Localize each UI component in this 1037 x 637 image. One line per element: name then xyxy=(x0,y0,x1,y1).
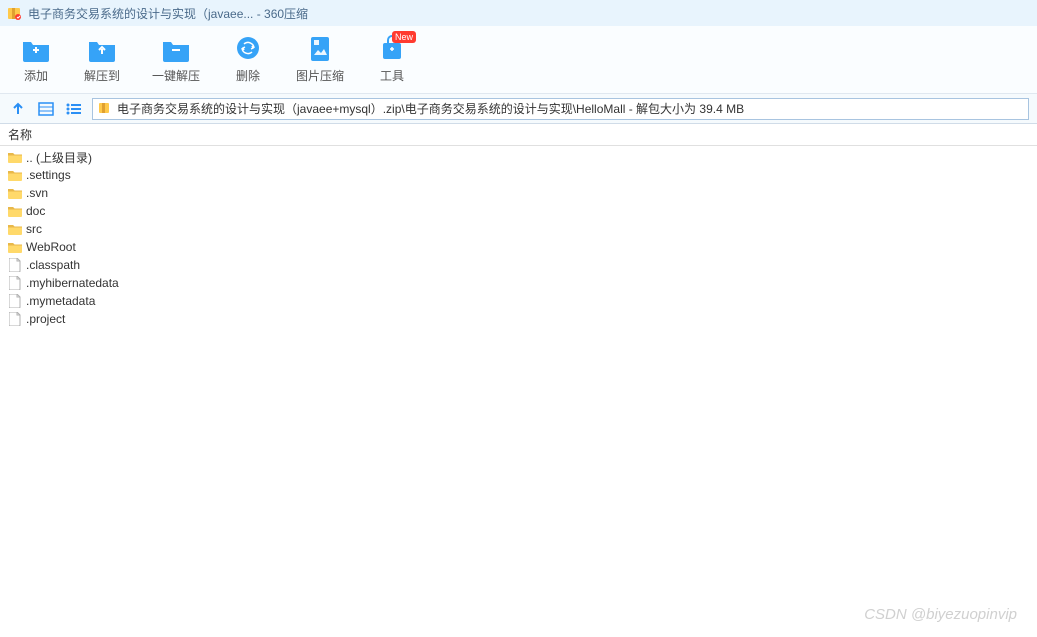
toolbar-delete[interactable]: 删除 xyxy=(232,35,264,84)
file-name: src xyxy=(26,222,42,236)
archive-icon xyxy=(97,101,113,117)
folder-row[interactable]: doc xyxy=(0,202,1037,220)
file-name: .settings xyxy=(26,168,71,182)
folder-row[interactable]: .svn xyxy=(0,184,1037,202)
toolbar-add[interactable]: 添加 xyxy=(20,35,52,84)
extract-to-icon xyxy=(86,35,118,63)
file-name: .. (上级目录) xyxy=(26,149,92,166)
file-icon xyxy=(8,276,22,290)
file-row[interactable]: .myhibernatedata xyxy=(0,274,1037,292)
toolbar-one-click-extract[interactable]: 一键解压 xyxy=(152,35,200,84)
watermark: CSDN @biyezuopinvip xyxy=(864,606,1017,623)
folder-row[interactable]: .. (上级目录) xyxy=(0,148,1037,166)
folder-row[interactable]: WebRoot xyxy=(0,238,1037,256)
delete-icon xyxy=(232,35,264,63)
view-list-button[interactable] xyxy=(64,99,84,119)
file-name: .myhibernatedata xyxy=(26,276,119,290)
nav-up-button[interactable] xyxy=(8,99,28,119)
folder-icon xyxy=(8,204,22,218)
toolbar-tools-label: 工具 xyxy=(380,67,404,84)
file-icon xyxy=(8,312,22,326)
file-row[interactable]: .mymetadata xyxy=(0,292,1037,310)
toolbar-tools[interactable]: New 工具 xyxy=(376,35,408,84)
file-name: .classpath xyxy=(26,258,80,272)
folder-icon xyxy=(8,240,22,254)
folder-icon xyxy=(8,186,22,200)
column-name: 名称 xyxy=(8,126,32,143)
folder-icon xyxy=(8,168,22,182)
file-row[interactable]: .project xyxy=(0,310,1037,328)
file-icon xyxy=(8,294,22,308)
toolbar-delete-label: 删除 xyxy=(236,67,260,84)
navbar: 电子商务交易系统的设计与实现（javaee+mysql）.zip\电子商务交易系… xyxy=(0,94,1037,124)
file-icon xyxy=(8,258,22,272)
toolbar: 添加 解压到 一键解压 删除 图片压缩 New 工具 xyxy=(0,26,1037,94)
folder-icon xyxy=(8,150,22,164)
app-icon xyxy=(6,5,22,21)
toolbar-add-label: 添加 xyxy=(24,67,48,84)
toolbar-extract-to[interactable]: 解压到 xyxy=(84,35,120,84)
path-text: 电子商务交易系统的设计与实现（javaee+mysql）.zip\电子商务交易系… xyxy=(117,100,744,117)
path-input[interactable]: 电子商务交易系统的设计与实现（javaee+mysql）.zip\电子商务交易系… xyxy=(92,98,1029,120)
one-click-extract-icon xyxy=(160,35,192,63)
file-name: .svn xyxy=(26,186,48,200)
add-icon xyxy=(20,35,52,63)
file-name: WebRoot xyxy=(26,240,76,254)
column-header[interactable]: 名称 xyxy=(0,124,1037,146)
file-name: .project xyxy=(26,312,65,326)
file-name: doc xyxy=(26,204,45,218)
image-compress-icon xyxy=(304,35,336,63)
folder-row[interactable]: .settings xyxy=(0,166,1037,184)
file-name: .mymetadata xyxy=(26,294,95,308)
toolbar-image-compress[interactable]: 图片压缩 xyxy=(296,35,344,84)
view-details-button[interactable] xyxy=(36,99,56,119)
folder-row[interactable]: src xyxy=(0,220,1037,238)
folder-icon xyxy=(8,222,22,236)
toolbar-one-click-label: 一键解压 xyxy=(152,67,200,84)
file-row[interactable]: .classpath xyxy=(0,256,1037,274)
file-list: .. (上级目录) .settings .svn doc src WebRoot .clas… xyxy=(0,146,1037,330)
toolbar-image-compress-label: 图片压缩 xyxy=(296,67,344,84)
window-title: 电子商务交易系统的设计与实现（javaee... - 360压缩 xyxy=(28,5,308,22)
toolbar-extract-to-label: 解压到 xyxy=(84,67,120,84)
titlebar: 电子商务交易系统的设计与实现（javaee... - 360压缩 xyxy=(0,0,1037,26)
new-badge: New xyxy=(392,31,416,43)
